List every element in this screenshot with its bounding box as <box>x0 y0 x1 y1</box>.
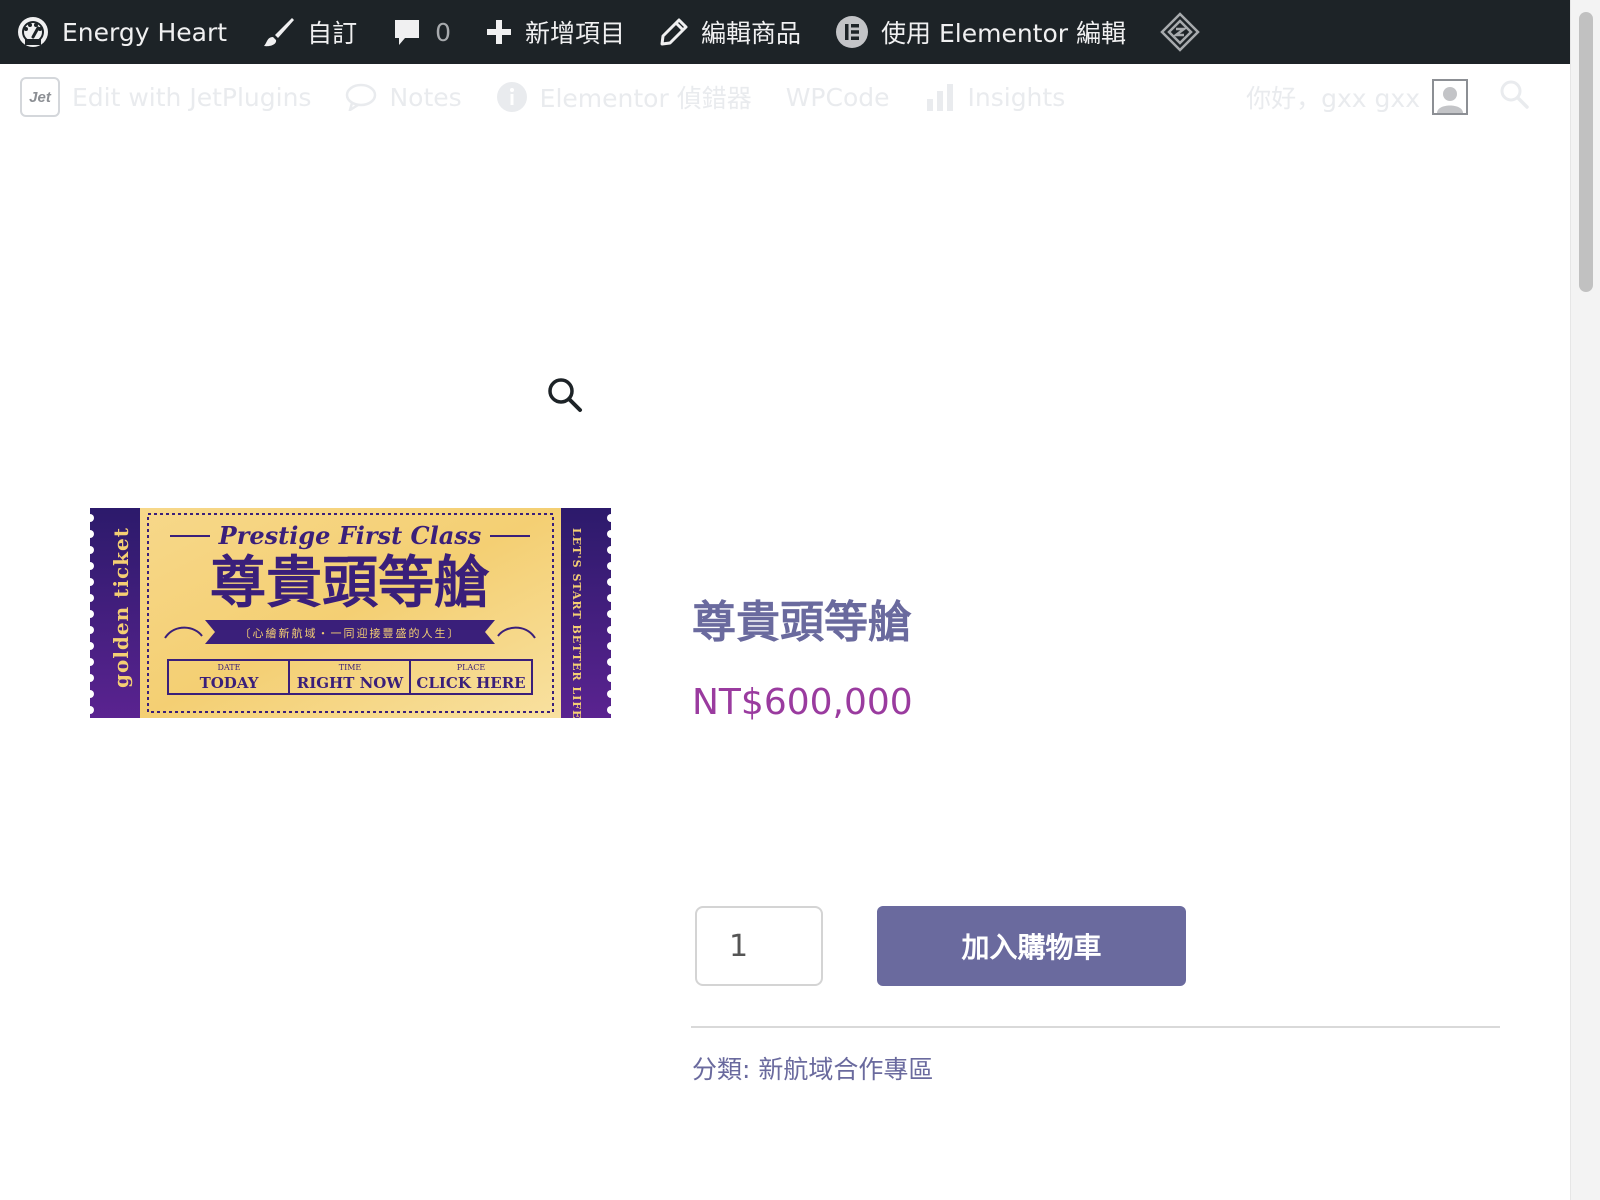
customize-label: 自訂 <box>307 19 358 48</box>
diamond-icon <box>1160 12 1200 52</box>
ticket-subtitle: 〔心繪新航域・一同迎接豐盛的人生〕 <box>240 626 461 640</box>
notes-link[interactable]: Notes <box>345 82 462 112</box>
ticket-time-label: TIME <box>339 663 362 672</box>
zoom-magnifier-icon[interactable] <box>546 376 584 418</box>
wpcode-link[interactable]: WPCode <box>786 83 890 112</box>
customize-link[interactable]: 自訂 <box>261 0 357 64</box>
wpcode-label: WPCode <box>785 82 890 112</box>
jetplugins-label: Edit with JetPlugins <box>72 82 312 112</box>
new-item-link[interactable]: 新增項目 <box>485 0 625 64</box>
product-price: NT$600,000 <box>692 682 913 723</box>
plus-icon <box>485 18 513 46</box>
ticket-time-value: RIGHT NOW <box>297 674 405 692</box>
bar-chart-icon <box>924 81 956 113</box>
product-image[interactable]: golden ticket LET'S START BETTER LIFE Pr… <box>86 508 615 720</box>
avatar[interactable] <box>1432 79 1468 115</box>
ticket-date-value: TODAY <box>200 674 259 692</box>
ticket-main-title: 尊貴頭等艙 <box>210 550 490 616</box>
meta-divider <box>691 1026 1500 1028</box>
ticket-place-label: PLACE <box>457 663 486 672</box>
edit-product-label: 編輯商品 <box>701 19 802 48</box>
dashboard-icon <box>16 15 50 49</box>
ticket-image: golden ticket LET'S START BETTER LIFE Pr… <box>86 508 615 720</box>
elementor-edit-link[interactable]: 使用 Elementor 編輯 <box>835 0 1126 64</box>
ticket-left-vertical: golden ticket <box>109 527 133 688</box>
search-icon[interactable] <box>1498 78 1530 116</box>
elementor-debugger-link[interactable]: Elementor 偵錯器 <box>496 79 752 115</box>
diamond-menu-button[interactable] <box>1160 0 1212 64</box>
insights-link[interactable]: Insights <box>924 81 1066 113</box>
insights-label: Insights <box>967 82 1066 112</box>
elementor-edit-label: 使用 Elementor 編輯 <box>881 19 1126 48</box>
speech-bubble-icon <box>345 83 377 111</box>
comment-icon <box>391 16 423 48</box>
plugin-toolbar: Jet Edit with JetPlugins Notes Elementor… <box>0 64 1570 130</box>
ticket-script-title: Prestige First Class <box>218 521 482 550</box>
jet-logo-icon: Jet <box>20 77 60 117</box>
notes-label: Notes <box>389 82 462 112</box>
add-to-cart-button[interactable]: 加入購物車 <box>877 906 1186 986</box>
admin-bar: Energy Heart 自訂 0 新增項目 編輯商品 使用 Elementor… <box>0 0 1570 64</box>
quantity-input[interactable] <box>695 906 823 986</box>
product-title: 尊貴頭等艙 <box>692 597 912 648</box>
site-name-link[interactable]: Energy Heart <box>16 0 227 64</box>
brush-icon <box>261 15 295 49</box>
category-label: 分類: <box>692 1055 751 1084</box>
comments-count: 0 <box>435 17 451 47</box>
edit-product-link[interactable]: 編輯商品 <box>659 0 801 64</box>
ticket-right-vertical: LET'S START BETTER LIFE <box>570 528 583 718</box>
account-area: 你好，gxx gxx <box>1246 64 1530 130</box>
pencil-icon <box>659 17 689 47</box>
ticket-place-value: CLICK HERE <box>416 674 525 692</box>
ticket-date-label: DATE <box>218 663 241 672</box>
elementor-icon <box>835 15 869 49</box>
page-scrollbar[interactable] <box>1570 0 1600 1200</box>
comments-link[interactable]: 0 <box>391 0 451 64</box>
jetplugins-link[interactable]: Jet Edit with JetPlugins <box>20 77 311 117</box>
elementor-debugger-label: Elementor 偵錯器 <box>539 84 752 113</box>
scrollbar-thumb[interactable] <box>1579 12 1593 292</box>
jet-logo: Jet <box>20 77 60 117</box>
site-name: Energy Heart <box>62 17 228 47</box>
category-link[interactable]: 新航域合作專區 <box>758 1055 933 1084</box>
product-category: 分類: 新航域合作專區 <box>692 1050 933 1086</box>
info-icon <box>496 81 528 113</box>
greeting-label[interactable]: 你好，gxx gxx <box>1246 79 1420 115</box>
new-item-label: 新增項目 <box>524 19 625 48</box>
